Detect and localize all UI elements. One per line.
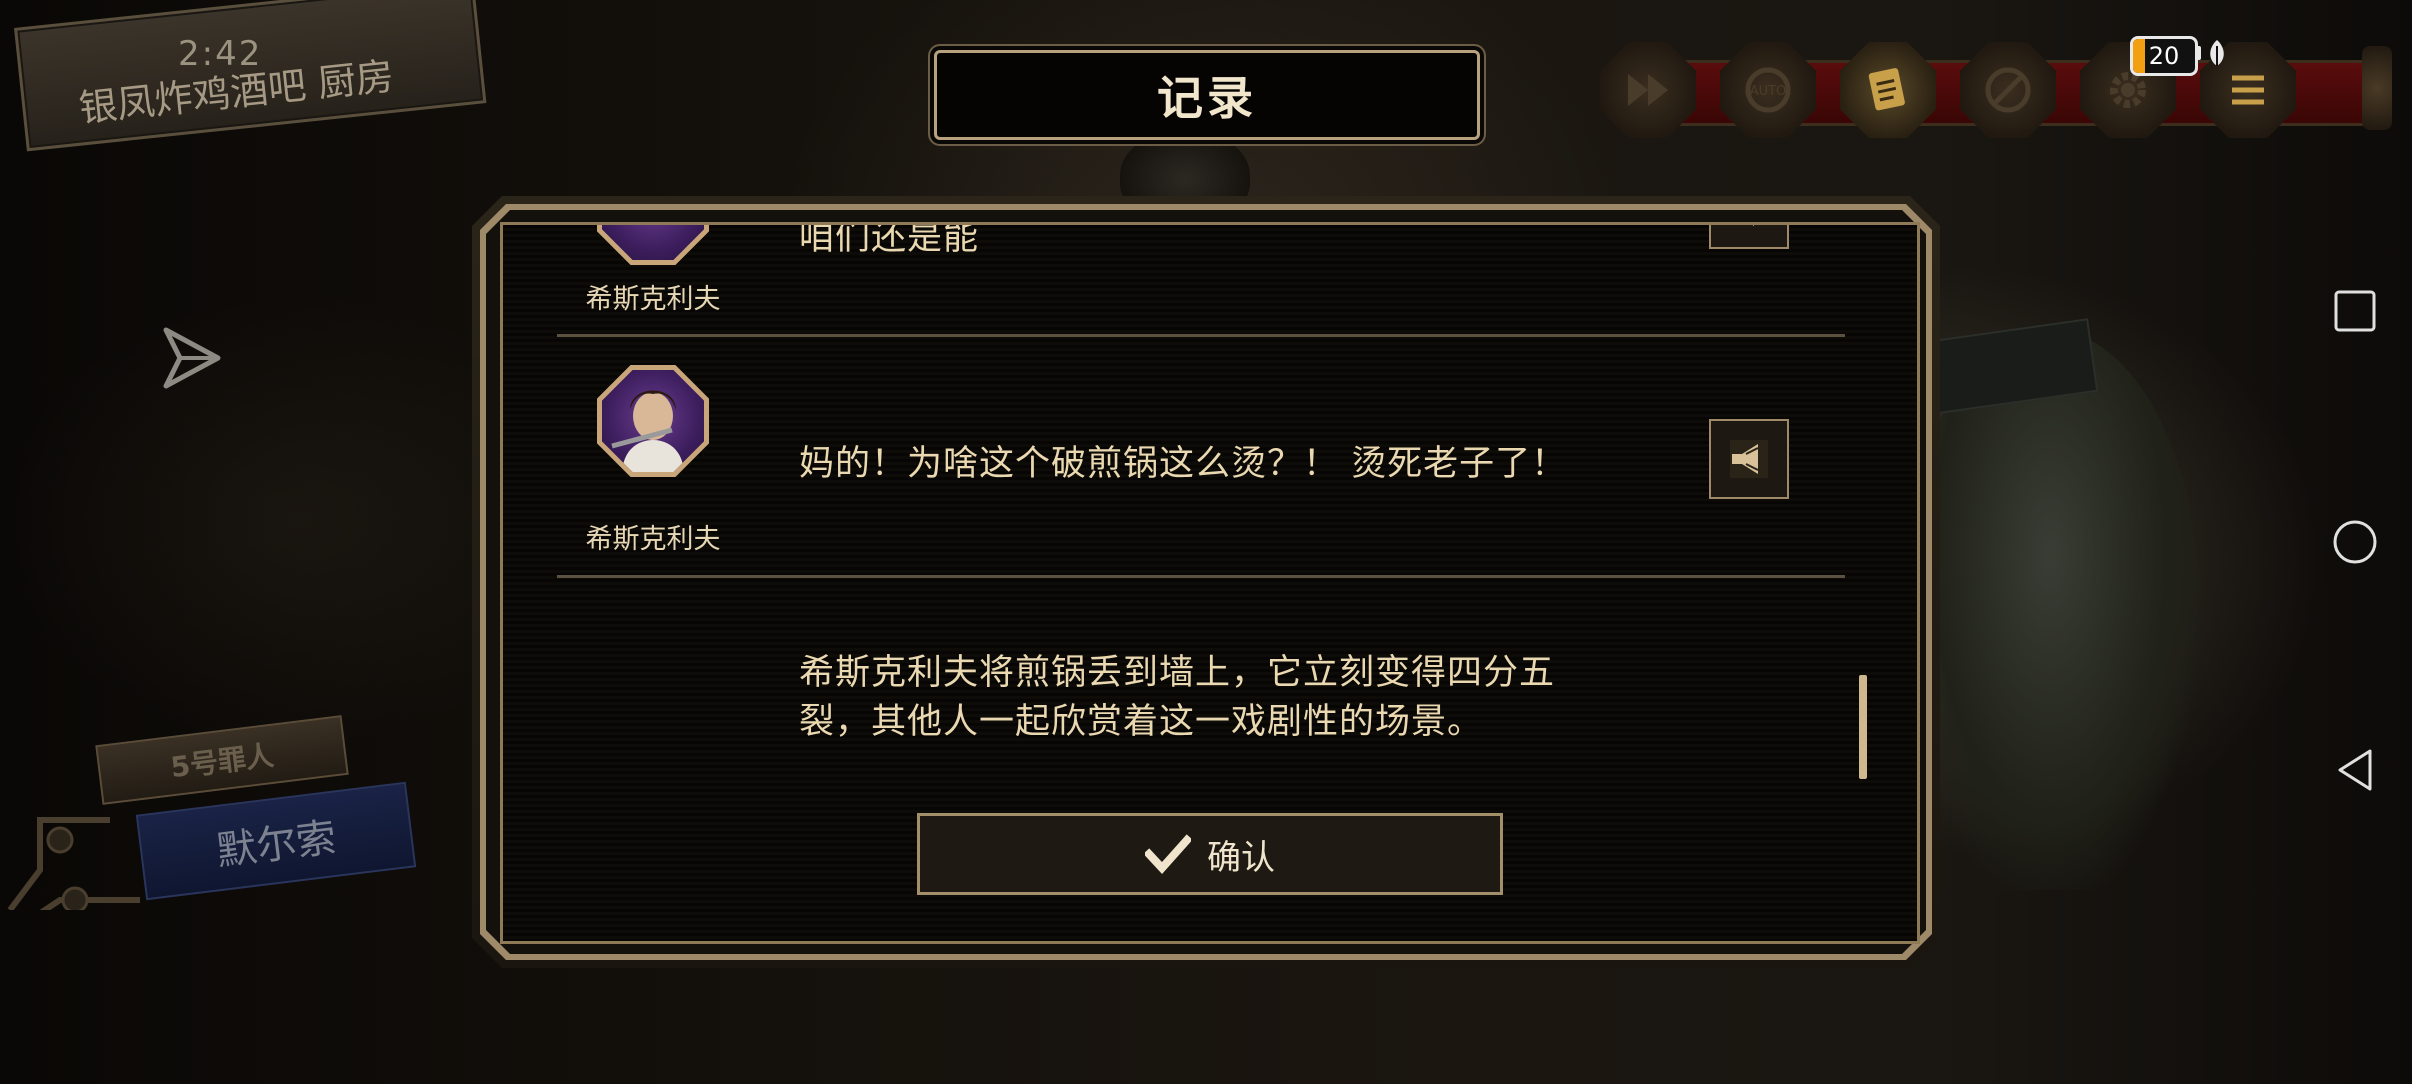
log-divider (557, 575, 1845, 578)
battery-level-text: 20 (2148, 42, 2180, 70)
log-button[interactable] (1840, 42, 1936, 138)
confirm-button[interactable]: 确认 (917, 813, 1503, 895)
confirm-label: 确认 (1207, 837, 1275, 878)
toolbar-end-cap (2362, 46, 2392, 130)
speaker-icon (1752, 225, 1754, 226)
back-icon[interactable] (2330, 745, 2380, 795)
page-title: 记录 (1157, 71, 1257, 125)
recent-apps-icon[interactable] (2330, 286, 2380, 336)
log-modal-panel[interactable]: 希斯克利夫 咱们还是能 希斯克利夫 妈的！为啥这个破煎锅这么烫？！ 烫死老子了！… (500, 222, 1920, 944)
hide-ui-button[interactable] (1960, 42, 2056, 138)
background-character-figure (1900, 330, 2200, 890)
log-divider (557, 334, 1845, 337)
menu-icon (2232, 75, 2264, 105)
narration-line: 希斯克利夫将煎锅丢到墙上，它立刻变得四分五 (799, 653, 1556, 693)
hide-ui-icon (1985, 67, 2031, 113)
battery-cap (2196, 46, 2201, 60)
log-icon (1868, 68, 1905, 111)
auto-button[interactable]: AUTO (1720, 42, 1816, 138)
narration-text: 希斯克利夫将煎锅丢到墙上，它立刻变得四分五 裂，其他人一起欣赏着这一戏剧性的场景… (799, 649, 1679, 747)
home-icon[interactable] (2330, 517, 2380, 567)
sinner-number-plate: 5号罪人 (95, 715, 349, 805)
narration-line: 裂，其他人一起欣赏着这一戏剧性的场景。 (799, 702, 1484, 742)
auto-icon: AUTO (1745, 67, 1791, 113)
replay-voice-button[interactable] (1709, 225, 1789, 249)
fast-forward-button[interactable] (1600, 42, 1696, 138)
navigate-arrow-icon[interactable] (162, 326, 222, 390)
dialogue-line: 咱们还是能 (799, 222, 980, 258)
speaker-portrait (602, 370, 704, 472)
character-badge[interactable]: 5号罪人 默尔索 (0, 710, 420, 910)
svg-text:AUTO: AUTO (1750, 84, 1787, 99)
checkmark-icon (1145, 834, 1191, 874)
sinner-name-label: 默尔索 (214, 814, 339, 876)
sinner-number-label: 5号罪人 (168, 738, 276, 785)
dialogue-line: 妈的！为啥这个破煎锅这么烫？！ 烫死老子了！ (799, 444, 1568, 484)
speaker-avatar (597, 365, 709, 477)
speaker-portrait (602, 225, 704, 260)
log-title-frame: 记录 (934, 50, 1480, 140)
heathcliff-portrait-icon (611, 390, 684, 472)
fast-forward-icon (1628, 74, 1668, 106)
log-scrollbar-thumb[interactable] (1859, 675, 1867, 779)
power-saving-leaf-icon (2210, 40, 2224, 66)
sinner-name-plate: 默尔索 (135, 781, 417, 901)
speaker-name: 希斯克利夫 (585, 524, 721, 555)
battery-indicator: 20 (2130, 36, 2198, 76)
replay-voice-button[interactable] (1709, 419, 1789, 499)
speaker-avatar (597, 225, 709, 265)
speaker-icon (1730, 440, 1768, 478)
speaker-name: 希斯克利夫 (585, 284, 721, 315)
